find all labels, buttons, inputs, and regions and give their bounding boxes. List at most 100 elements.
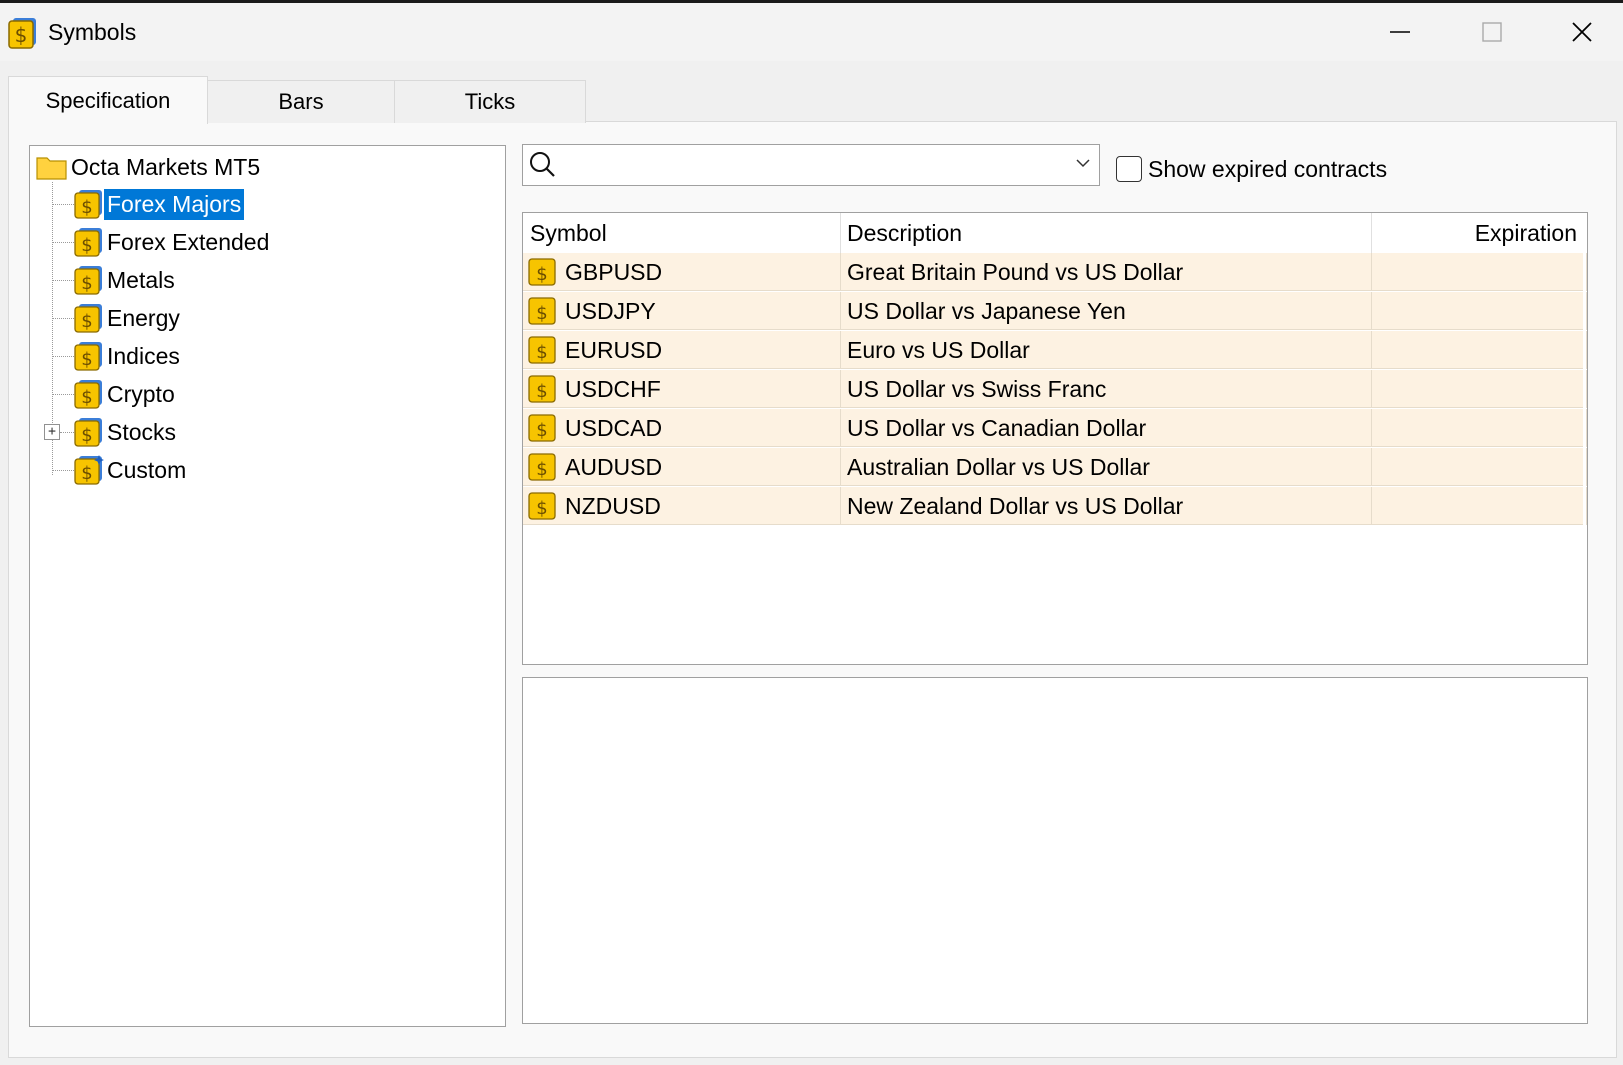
tree-item-label: Metals [107, 266, 175, 293]
dollar-coin-icon: $ [74, 228, 102, 257]
description-cell: US Dollar vs Swiss Franc [841, 370, 1372, 408]
expiration-cell [1372, 487, 1587, 525]
tree-item-label: Octa Markets MT5 [71, 153, 261, 180]
column-header-expiration[interactable]: Expiration [1372, 213, 1583, 253]
svg-text:$: $ [81, 197, 92, 218]
svg-text:$: $ [536, 498, 547, 519]
tree-connector [52, 242, 74, 243]
description-cell: Australian Dollar vs US Dollar [841, 448, 1372, 486]
svg-text:$: $ [81, 235, 92, 256]
description-cell: US Dollar vs Canadian Dollar [841, 409, 1372, 447]
symbol-name: NZDUSD [565, 492, 661, 519]
column-header-description[interactable]: Description [841, 213, 1372, 253]
table-row[interactable]: $ GBPUSD Great Britain Pound vs US Dollar [523, 253, 1587, 291]
svg-text:$: $ [81, 463, 92, 484]
table-row[interactable]: $ USDCAD US Dollar vs Canadian Dollar [523, 409, 1587, 447]
symbol-name: GBPUSD [565, 258, 663, 285]
expand-toggle[interactable]: + [44, 424, 60, 440]
table-row[interactable]: $ USDCHF US Dollar vs Swiss Franc [523, 370, 1587, 408]
svg-text:$: $ [536, 303, 547, 324]
tree-item-label: Custom [107, 456, 187, 483]
tree-connector [52, 470, 74, 471]
dollar-coin-icon: $ [74, 342, 102, 371]
title-bar[interactable]: $ Symbols [0, 3, 1623, 61]
symbol-cell: $ NZDUSD [523, 487, 841, 525]
symbol-cell: $ USDJPY [523, 292, 841, 330]
dollar-coin-icon: $ [528, 414, 556, 442]
symbol-cell: $ EURUSD [523, 331, 841, 369]
expiration-cell [1372, 292, 1587, 330]
tree-item-metals[interactable]: $ Metals [74, 263, 178, 297]
dollar-coin-icon: $ [74, 190, 102, 219]
tree-item-forex-majors[interactable]: $ Forex Majors [74, 187, 245, 221]
folder-icon [36, 157, 67, 180]
dollar-coin-icon: $ [528, 336, 556, 364]
svg-text:$: $ [536, 342, 547, 363]
description-cell: US Dollar vs Japanese Yen [841, 292, 1372, 330]
tab-specification[interactable]: Specification [8, 76, 208, 124]
show-expired-checkbox[interactable] [1116, 156, 1142, 182]
description-cell: Euro vs US Dollar [841, 331, 1372, 369]
maximize-button[interactable] [1462, 11, 1522, 53]
symbol-name: USDJPY [565, 297, 656, 324]
window-title: Symbols [48, 19, 137, 45]
tree-item-label: Indices [107, 342, 180, 369]
symbol-cell: $ USDCHF [523, 370, 841, 408]
tree-item-label: Forex Majors [104, 188, 245, 220]
close-button[interactable] [1552, 11, 1612, 53]
symbol-name: EURUSD [565, 336, 663, 363]
dollar-coin-icon: $ [528, 297, 556, 325]
symbol-details-panel [522, 677, 1588, 1024]
dollar-coin-icon: $ [74, 304, 102, 333]
tree-item-indices[interactable]: $ Indices [74, 339, 183, 373]
table-header: Symbol Description Expiration [523, 213, 1587, 253]
symbols-table[interactable]: Symbol Description Expiration $ GBPUSD Gre… [522, 212, 1588, 665]
tree-root-item[interactable]: Octa Markets MT5 [36, 150, 263, 184]
tree-connector [52, 280, 74, 281]
tree-connector [52, 356, 74, 357]
column-header-symbol[interactable]: Symbol [523, 213, 841, 253]
tree-item-custom[interactable]: $ Custom [74, 453, 189, 487]
search-input[interactable] [565, 147, 1049, 183]
tab-ticks[interactable]: Ticks [394, 80, 586, 123]
expiration-cell [1372, 448, 1587, 486]
table-row[interactable]: $ EURUSD Euro vs US Dollar [523, 331, 1587, 369]
expiration-cell [1372, 409, 1587, 447]
chevron-down-icon[interactable] [1075, 157, 1091, 169]
svg-text:$: $ [536, 381, 547, 402]
table-row[interactable]: $ NZDUSD New Zealand Dollar vs US Dollar [523, 487, 1587, 525]
tree-item-energy[interactable]: $ Energy [74, 301, 183, 335]
tree-item-stocks[interactable]: $ Stocks [74, 415, 179, 449]
dollar-coin-icon: $ [528, 492, 556, 520]
svg-text:$: $ [536, 459, 547, 480]
symbol-cell: $ AUDUSD [523, 448, 841, 486]
tree-item-label: Crypto [107, 380, 175, 407]
search-icon [530, 152, 555, 177]
symbol-search-combobox[interactable] [522, 144, 1100, 186]
table-row[interactable]: $ AUDUSD Australian Dollar vs US Dollar [523, 448, 1587, 486]
dollar-coin-icon: $ [528, 375, 556, 403]
maximize-icon [1482, 22, 1502, 42]
tree-item-label: Forex Extended [107, 228, 270, 255]
symbol-name: USDCAD [565, 414, 663, 441]
symbol-group-tree[interactable]: Octa Markets MT5 $ Forex Majors $ Forex … [29, 145, 506, 1027]
expiration-cell [1372, 331, 1587, 369]
tree-connector [52, 204, 74, 205]
show-expired-label[interactable]: Show expired contracts [1148, 156, 1387, 183]
tree-item-label: Stocks [107, 418, 177, 445]
tree-item-crypto[interactable]: $ Crypto [74, 377, 178, 411]
dollar-coin-icon: $ [528, 453, 556, 481]
table-row[interactable]: $ USDJPY US Dollar vs Japanese Yen [523, 292, 1587, 330]
tree-connector [52, 394, 74, 395]
svg-text:$: $ [15, 23, 28, 47]
custom-symbol-icon: $ [74, 455, 104, 485]
tab-bars[interactable]: Bars [206, 80, 396, 123]
tree-item-forex-extended[interactable]: $ Forex Extended [74, 225, 272, 259]
description-cell: Great Britain Pound vs US Dollar [841, 253, 1372, 291]
svg-text:$: $ [81, 425, 92, 446]
svg-text:$: $ [81, 387, 92, 408]
symbol-name: AUDUSD [565, 453, 663, 480]
minimize-button[interactable] [1370, 11, 1430, 53]
svg-text:$: $ [81, 311, 92, 332]
expiration-cell [1372, 253, 1587, 291]
